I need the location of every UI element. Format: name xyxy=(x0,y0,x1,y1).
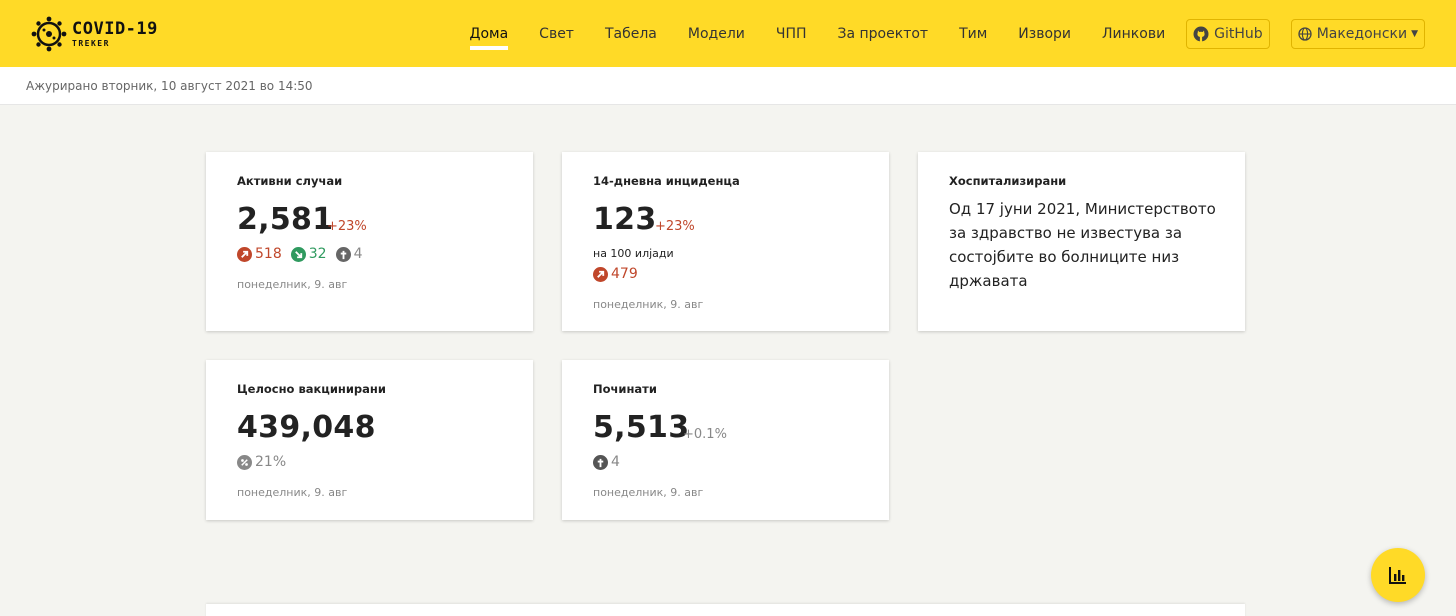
card-date: понеделник, 9. авг xyxy=(237,278,348,291)
incidence-note: на 100 илјади xyxy=(593,247,674,260)
card-vaccinated[interactable]: Целосно вакцинирани 439,048 21% понеделн… xyxy=(206,360,533,520)
incidence-new: 479 xyxy=(611,266,638,282)
card-active-cases[interactable]: Активни случаи 2,581 +23% 518 32 4 понед… xyxy=(206,152,533,331)
card-date: понеделник, 9. авг xyxy=(237,486,348,499)
nav-faq[interactable]: ЧПП xyxy=(776,26,807,42)
recovered-count: 32 xyxy=(308,246,327,262)
card-incidence[interactable]: 14-дневна инциденца 123 +23% на 100 илја… xyxy=(562,152,889,331)
percent-icon xyxy=(237,454,252,470)
deceased-new: 4 xyxy=(611,454,620,470)
card-date: понеделник, 9. авг xyxy=(593,298,704,311)
deceased-value: 5,513 xyxy=(593,410,690,445)
nav-world[interactable]: Свет xyxy=(539,26,574,42)
arrow-down-right-icon xyxy=(290,246,306,262)
card-title: Целосно вакцинирани xyxy=(237,382,386,396)
next-section-card xyxy=(206,604,1245,616)
virus-logo-icon xyxy=(31,16,67,52)
card-hospitalized[interactable]: Хоспитализирани Од 17 јуни 2021, Министе… xyxy=(918,152,1245,331)
hospitalized-note: Од 17 јуни 2021, Министерството за здрав… xyxy=(949,200,1216,290)
card-title: Починати xyxy=(593,382,657,396)
nav-home[interactable]: Дома xyxy=(469,26,508,50)
arrow-up-right-icon xyxy=(237,246,252,262)
deceased-stats: 4 xyxy=(593,454,629,470)
vaccinated-stats: 21% xyxy=(237,454,295,470)
card-date: понеделник, 9. авг xyxy=(593,486,704,499)
logo[interactable]: COVID-19 TREKER xyxy=(31,14,158,54)
top-header: COVID-19 TREKER Дома Свет Табела Модели … xyxy=(0,0,1456,67)
vaccinated-percent: 21% xyxy=(255,454,287,470)
bar-chart-icon xyxy=(1389,567,1406,584)
card-title: Хоспитализирани xyxy=(949,174,1067,188)
deceased-count: 4 xyxy=(353,246,363,262)
cross-icon xyxy=(335,246,351,262)
language-select[interactable]: Македонски ▼ xyxy=(1290,18,1425,49)
github-icon xyxy=(1193,26,1209,41)
logo-subtitle: TREKER xyxy=(72,38,110,48)
nav-about[interactable]: За проектот xyxy=(838,26,929,42)
updated-bar: Ажурирано вторник, 10 август 2021 во 14:… xyxy=(0,67,1456,105)
new-cases-count: 518 xyxy=(255,246,282,262)
card-deceased[interactable]: Починати 5,513 +0.1% 4 понеделник, 9. ав… xyxy=(562,360,889,520)
incidence-value: 123 xyxy=(593,202,657,237)
nav-links[interactable]: Линкови xyxy=(1102,26,1165,42)
active-cases-change: +23% xyxy=(327,219,367,234)
nav-team[interactable]: Тим xyxy=(959,26,987,42)
github-label: GitHub xyxy=(1214,25,1263,42)
nav-table[interactable]: Табела xyxy=(605,26,657,42)
card-title: Активни случаи xyxy=(237,174,343,188)
active-cases-stats: 518 32 4 xyxy=(237,246,371,262)
arrow-up-right-icon xyxy=(593,266,608,282)
github-button[interactable]: GitHub xyxy=(1186,18,1270,49)
nav-models[interactable]: Модели xyxy=(688,26,745,42)
logo-title: COVID-19 xyxy=(72,18,158,39)
cross-icon xyxy=(593,454,608,470)
incidence-change: +23% xyxy=(655,219,695,234)
chevron-down-icon: ▼ xyxy=(1411,28,1418,39)
active-cases-value: 2,581 xyxy=(237,202,334,237)
globe-icon xyxy=(1298,26,1312,41)
deceased-change: +0.1% xyxy=(683,427,727,442)
vaccinated-value: 439,048 xyxy=(237,410,376,445)
main-nav: Дома Свет Табела Модели ЧПП За проектот … xyxy=(439,0,1425,67)
card-title: 14-дневна инциденца xyxy=(593,174,740,188)
charts-fab-button[interactable] xyxy=(1371,548,1425,602)
updated-text: Ажурирано вторник, 10 август 2021 во 14:… xyxy=(26,79,313,93)
nav-sources[interactable]: Извори xyxy=(1018,26,1071,42)
language-label: Македонски xyxy=(1316,25,1408,42)
incidence-stats: 479 xyxy=(593,266,647,282)
